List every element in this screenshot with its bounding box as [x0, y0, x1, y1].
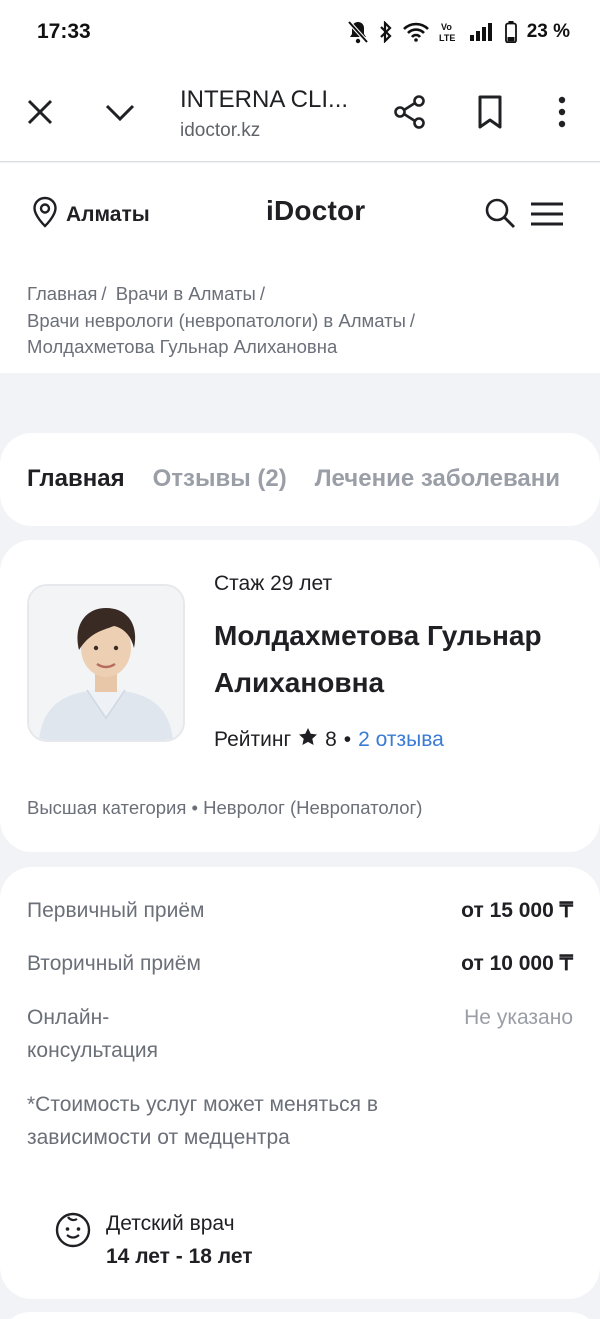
site-header: Алматы iDoctor Главная / Врачи в Алматы / …	[0, 163, 600, 373]
browser-toolbar: INTERNA CLI... idoctor.kz	[0, 64, 600, 162]
next-card-edge	[0, 1312, 600, 1319]
hamburger-menu-icon[interactable]	[530, 201, 564, 227]
reviews-link[interactable]: 2 отзыва	[358, 728, 444, 752]
price-card: Первичный приём от 15 000 ₸ Вторичный пр…	[0, 867, 600, 1299]
breadcrumb-link-home[interactable]: Главная	[27, 283, 97, 304]
svg-text:LTE: LTE	[439, 33, 455, 43]
breadcrumb-link-neurologists[interactable]: Врачи неврологи (невропатологи) в Алматы	[27, 310, 406, 331]
price-label: Вторичный приём	[27, 952, 201, 975]
location-pin-icon	[32, 196, 58, 233]
bookmark-icon[interactable]	[474, 94, 506, 130]
more-vert-icon[interactable]	[552, 94, 572, 130]
page-url[interactable]: idoctor.kz	[180, 120, 260, 142]
doctor-rating: Рейтинг 8 • 2 отзыва	[214, 727, 444, 753]
wifi-icon	[402, 22, 429, 42]
search-icon[interactable]	[484, 197, 516, 229]
breadcrumb-current: Молдахметова Гульнар Алихановна	[27, 336, 338, 357]
battery-icon	[504, 21, 517, 43]
status-icons: Vo LTE 23 %	[347, 20, 570, 44]
close-icon[interactable]	[24, 96, 56, 128]
tab-reviews[interactable]: Отзывы (2)	[153, 465, 287, 493]
city-selector[interactable]: Алматы	[32, 196, 150, 233]
doctor-name: Молдахметова Гульнар Алихановна	[214, 612, 594, 706]
breadcrumb-separator: /	[101, 283, 107, 304]
price-note-line: *Стоимость услуг может меняться в	[27, 1093, 379, 1116]
child-doctor-title: Детский врач	[106, 1212, 235, 1235]
bell-muted-icon	[347, 20, 369, 44]
price-label: Первичный приём	[27, 899, 205, 922]
child-doctor-ages: 14 лет - 18 лет	[106, 1245, 253, 1268]
price-note-line: зависимости от медцентра	[27, 1126, 290, 1149]
tabs-card: Главная Отзывы (2) Лечение заболевани	[0, 433, 600, 526]
breadcrumb: Главная / Врачи в Алматы / Врачи неврологи…	[27, 281, 577, 361]
doctor-photo[interactable]	[27, 584, 185, 742]
child-doctor-info: Детский врач 14 лет - 18 лет	[54, 1207, 253, 1273]
svg-text:Vo: Vo	[441, 22, 452, 32]
status-bar: 17:33 Vo LTE 23 %	[0, 0, 600, 64]
child-doctor-text: Детский врач 14 лет - 18 лет	[106, 1207, 253, 1273]
price-value: Не указано	[464, 1006, 573, 1029]
price-label-line: консультация	[27, 1039, 158, 1062]
price-note: *Стоимость услуг может меняться в зависи…	[27, 1088, 477, 1154]
doctor-category: Высшая категория • Невролог (Невропатоло…	[27, 797, 423, 818]
battery-percent: 23 %	[526, 21, 570, 42]
doctor-experience: Стаж 29 лет	[214, 572, 333, 595]
rating-separator: •	[343, 728, 352, 751]
star-icon	[298, 727, 318, 753]
chevron-down-icon[interactable]	[102, 96, 138, 128]
share-icon[interactable]	[392, 94, 428, 130]
site-logo[interactable]: iDoctor	[266, 195, 365, 227]
baby-face-icon	[54, 1207, 92, 1273]
breadcrumb-link-doctors[interactable]: Врачи в Алматы	[116, 283, 256, 304]
volte-icon: Vo LTE	[439, 21, 459, 43]
doctor-name-line: Молдахметова Гульнар	[214, 620, 542, 651]
doctor-name-line: Алихановна	[214, 667, 385, 698]
tab-treatment[interactable]: Лечение заболевани	[315, 465, 560, 493]
rating-label: Рейтинг	[214, 728, 292, 751]
status-time: 17:33	[37, 20, 91, 43]
signal-icon	[469, 22, 495, 42]
doctor-card: Стаж 29 лет Молдахметова Гульнар Алихано…	[0, 540, 600, 852]
tab-main[interactable]: Главная	[27, 465, 125, 493]
page-title[interactable]: INTERNA CLI...	[180, 86, 348, 114]
price-label-line: Онлайн-	[27, 1006, 110, 1029]
tab-bar: Главная Отзывы (2) Лечение заболевани	[27, 465, 560, 493]
bluetooth-icon	[379, 21, 393, 43]
breadcrumb-separator: /	[259, 283, 265, 304]
breadcrumb-separator: /	[409, 309, 416, 331]
price-label: Онлайн- консультация	[27, 1001, 158, 1067]
rating-value: 8	[325, 728, 337, 751]
city-label: Алматы	[66, 202, 150, 226]
price-value: от 10 000 ₸	[461, 952, 573, 975]
price-value: от 15 000 ₸	[461, 899, 573, 922]
